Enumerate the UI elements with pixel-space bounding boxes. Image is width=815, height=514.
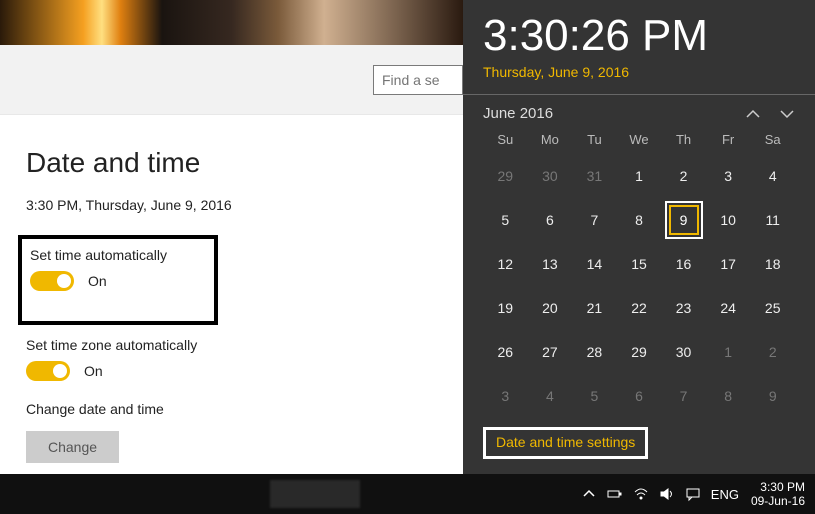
- calendar-day[interactable]: 24: [706, 293, 751, 323]
- calendar-day[interactable]: 29: [617, 337, 662, 367]
- calendar-day[interactable]: 28: [572, 337, 617, 367]
- set-time-auto-state: On: [88, 273, 107, 289]
- calendar-day[interactable]: 17: [706, 249, 751, 279]
- calendar-dow: Su: [483, 132, 528, 147]
- date-time-settings-link[interactable]: Date and time settings: [496, 434, 635, 450]
- change-datetime-label: Change date and time: [26, 401, 463, 417]
- search-input[interactable]: [373, 65, 463, 95]
- set-time-auto-toggle[interactable]: [30, 271, 74, 291]
- settings-panel: Date and time 3:30 PM, Thursday, June 9,…: [0, 115, 463, 463]
- battery-icon[interactable]: [607, 486, 623, 502]
- month-label[interactable]: June 2016: [483, 105, 553, 122]
- calendar-day[interactable]: 25: [750, 293, 795, 323]
- annotation-highlight-link: Date and time settings: [483, 427, 648, 459]
- calendar-day[interactable]: 4: [750, 161, 795, 191]
- next-month-icon[interactable]: [779, 106, 795, 122]
- calendar-day[interactable]: 5: [572, 381, 617, 411]
- calendar-day[interactable]: 7: [661, 381, 706, 411]
- prev-month-icon[interactable]: [745, 106, 761, 122]
- calendar-day[interactable]: 19: [483, 293, 528, 323]
- language-indicator[interactable]: ENG: [711, 487, 739, 502]
- calendar-day[interactable]: 9: [750, 381, 795, 411]
- set-tz-auto-state: On: [84, 363, 103, 379]
- calendar-day[interactable]: 22: [617, 293, 662, 323]
- calendar-day[interactable]: 7: [572, 205, 617, 235]
- calendar-day[interactable]: 8: [617, 205, 662, 235]
- calendar-day[interactable]: 30: [661, 337, 706, 367]
- calendar-day[interactable]: 5: [483, 205, 528, 235]
- calendar-day[interactable]: 12: [483, 249, 528, 279]
- calendar-grid: SuMoTuWeThFrSa29303112345678910111213141…: [483, 132, 795, 411]
- calendar-day[interactable]: 4: [528, 381, 573, 411]
- calendar-day[interactable]: 11: [750, 205, 795, 235]
- set-time-auto-label: Set time automatically: [30, 247, 202, 263]
- calendar-day-today[interactable]: 9: [669, 205, 699, 235]
- page-title: Date and time: [26, 147, 463, 179]
- divider: [463, 94, 815, 95]
- taskbar-clock[interactable]: 3:30 PM 09-Jun-16: [751, 480, 805, 509]
- calendar-dow: Th: [661, 132, 706, 147]
- datetime-flyout: 3:30:26 PM Thursday, June 9, 2016 June 2…: [463, 0, 815, 474]
- calendar-day[interactable]: 3: [706, 161, 751, 191]
- calendar-day[interactable]: 21: [572, 293, 617, 323]
- change-button[interactable]: Change: [26, 431, 119, 463]
- calendar-day[interactable]: 16: [661, 249, 706, 279]
- taskbar-date: 09-Jun-16: [751, 494, 805, 508]
- calendar-day[interactable]: 30: [528, 161, 573, 191]
- calendar-day[interactable]: 3: [483, 381, 528, 411]
- set-tz-auto-label: Set time zone automatically: [26, 337, 463, 353]
- system-tray: ENG: [581, 486, 739, 502]
- current-datetime-text: 3:30 PM, Thursday, June 9, 2016: [26, 197, 463, 213]
- calendar-day[interactable]: 13: [528, 249, 573, 279]
- calendar-dow: Sa: [750, 132, 795, 147]
- action-center-icon[interactable]: [685, 486, 701, 502]
- calendar-day[interactable]: 1: [617, 161, 662, 191]
- set-tz-auto-toggle[interactable]: [26, 361, 70, 381]
- taskbar-time: 3:30 PM: [751, 480, 805, 494]
- header-banner-image: [0, 0, 463, 45]
- calendar-dow: Mo: [528, 132, 573, 147]
- calendar-day[interactable]: 26: [483, 337, 528, 367]
- flyout-date[interactable]: Thursday, June 9, 2016: [483, 64, 795, 80]
- calendar-day[interactable]: 18: [750, 249, 795, 279]
- calendar-day[interactable]: 2: [661, 161, 706, 191]
- flyout-time: 3:30:26 PM: [483, 14, 795, 58]
- calendar-day[interactable]: 6: [617, 381, 662, 411]
- calendar-day[interactable]: 6: [528, 205, 573, 235]
- calendar-day[interactable]: 1: [706, 337, 751, 367]
- calendar-day[interactable]: 23: [661, 293, 706, 323]
- search-bar: [0, 45, 463, 115]
- calendar-day[interactable]: 31: [572, 161, 617, 191]
- calendar-day[interactable]: 15: [617, 249, 662, 279]
- calendar-day[interactable]: 20: [528, 293, 573, 323]
- calendar-day[interactable]: 14: [572, 249, 617, 279]
- calendar-day[interactable]: 27: [528, 337, 573, 367]
- annotation-highlight: Set time automatically On: [18, 235, 218, 325]
- volume-icon[interactable]: [659, 486, 675, 502]
- taskbar-app-thumbnail[interactable]: [270, 480, 360, 508]
- wifi-icon[interactable]: [633, 486, 649, 502]
- calendar-day[interactable]: 10: [706, 205, 751, 235]
- calendar-day[interactable]: 29: [483, 161, 528, 191]
- calendar-dow: Fr: [706, 132, 751, 147]
- calendar-dow: We: [617, 132, 662, 147]
- calendar-day[interactable]: 8: [706, 381, 751, 411]
- taskbar: ENG 3:30 PM 09-Jun-16: [0, 474, 815, 514]
- calendar-day[interactable]: 2: [750, 337, 795, 367]
- tray-chevron-icon[interactable]: [581, 486, 597, 502]
- calendar-dow: Tu: [572, 132, 617, 147]
